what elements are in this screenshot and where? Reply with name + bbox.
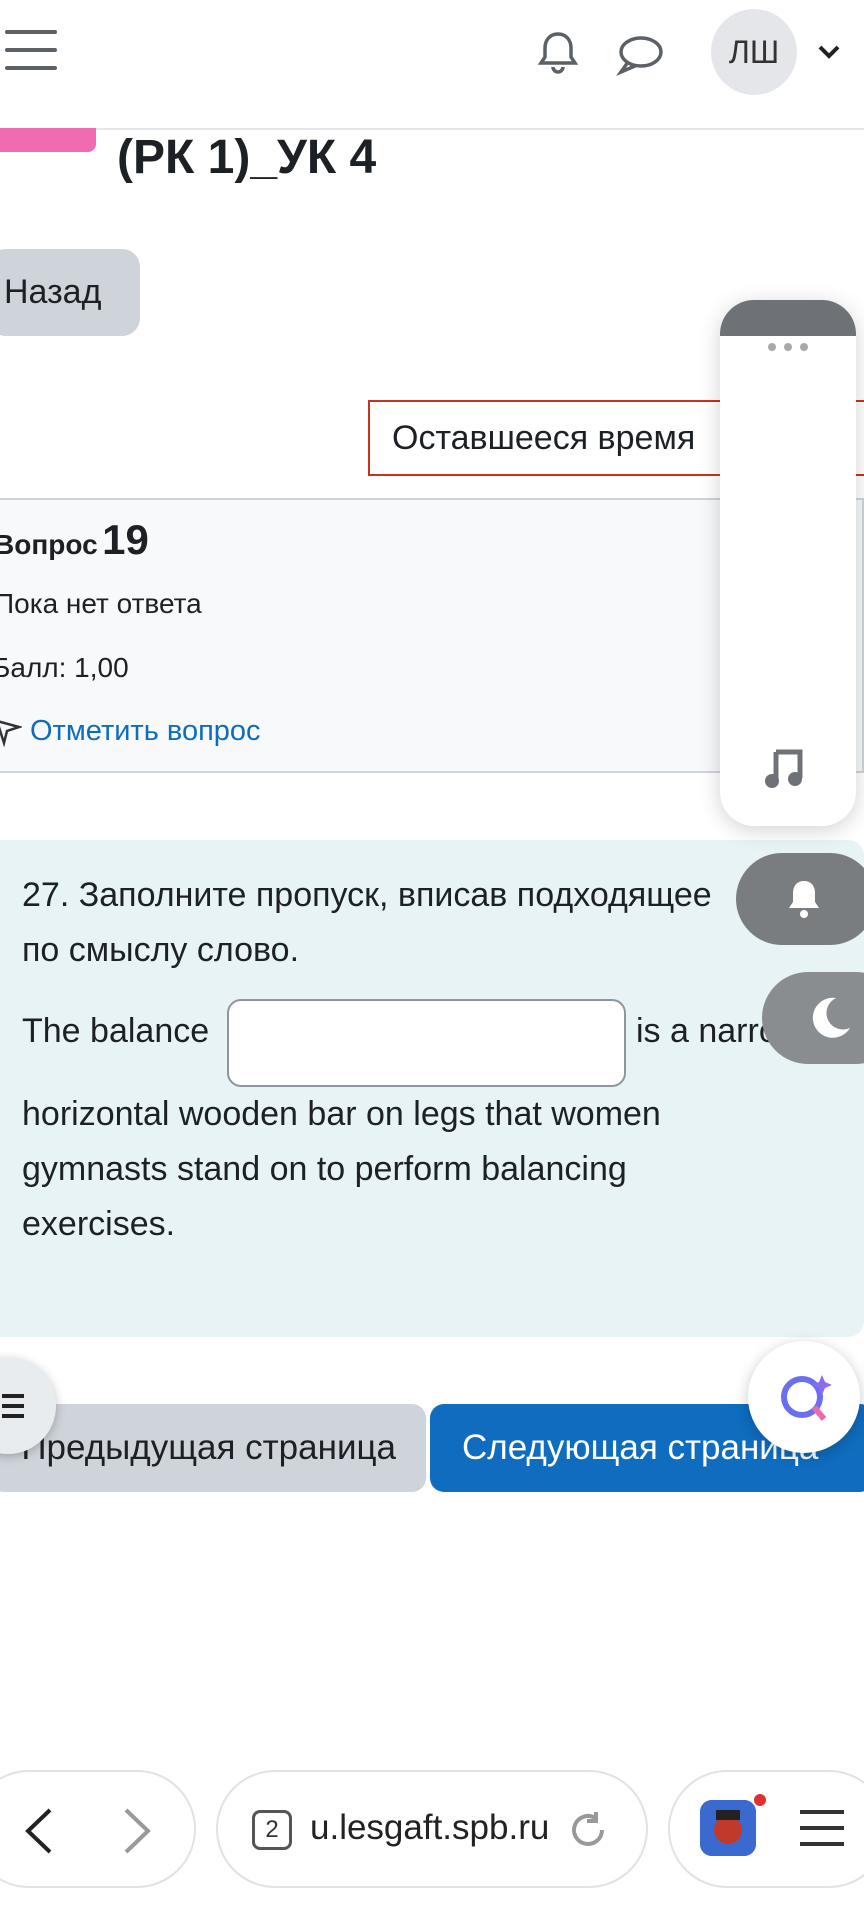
course-color-bar: [0, 128, 96, 152]
question-state: Пока нет ответа: [0, 588, 202, 619]
user-avatar[interactable]: ЛШ: [711, 9, 797, 95]
hamburger-icon[interactable]: [5, 30, 57, 72]
flag-icon: [0, 720, 22, 747]
bell-icon: [789, 881, 819, 918]
back-button[interactable]: Назад: [0, 249, 140, 336]
forward-arrow-icon[interactable]: [118, 1806, 158, 1856]
reload-icon[interactable]: [566, 1808, 610, 1852]
page-title: (РК 1)_УК 4: [117, 131, 377, 184]
back-arrow-icon[interactable]: [20, 1806, 60, 1856]
question-grade: Балл: 1,00: [0, 652, 129, 683]
text-before-gap: The balance: [22, 1012, 210, 1050]
bell-icon[interactable]: [534, 28, 582, 76]
music-note-icon[interactable]: [762, 746, 806, 790]
chat-bubble-icon[interactable]: [614, 30, 666, 78]
question-number-value: 19: [102, 516, 149, 563]
answer-input[interactable]: [227, 999, 626, 1087]
timer-label: Оставшееся время: [392, 418, 696, 457]
more-dots-icon: [768, 343, 808, 351]
chevron-down-icon[interactable]: [816, 42, 842, 62]
question-number-label: Вопрос: [0, 529, 98, 560]
url-text[interactable]: u.lesgaft.spb.ru: [310, 1808, 549, 1848]
question-text-rest: horizontal wooden bar on legs that women…: [22, 1095, 661, 1243]
question-number: Вопрос 19: [0, 516, 149, 564]
notification-dot: [754, 1794, 766, 1806]
panel-handle[interactable]: [720, 300, 856, 336]
floating-dark-mode-button[interactable]: [762, 972, 864, 1064]
floating-media-panel[interactable]: [720, 300, 856, 826]
flag-question-label: Отметить вопрос: [30, 715, 261, 747]
list-icon: [2, 1394, 24, 1418]
assistant-icon: [781, 1375, 832, 1421]
previous-page-button[interactable]: Предыдущая страница: [0, 1404, 426, 1492]
flag-question-link[interactable]: Отметить вопрос: [0, 715, 261, 748]
user-initials: ЛШ: [728, 33, 780, 70]
back-button-label: Назад: [4, 273, 102, 311]
question-prompt: 27. Заполните пропуск, вписав подходящее…: [22, 876, 712, 969]
assistant-button[interactable]: [748, 1341, 860, 1453]
game-app-icon[interactable]: [700, 1800, 756, 1856]
browser-menu-icon[interactable]: [800, 1808, 844, 1848]
floating-notification-button[interactable]: [736, 853, 864, 945]
tab-count[interactable]: 2: [252, 1810, 292, 1850]
moon-icon: [812, 997, 850, 1038]
previous-page-label: Предыдущая страница: [21, 1428, 396, 1467]
